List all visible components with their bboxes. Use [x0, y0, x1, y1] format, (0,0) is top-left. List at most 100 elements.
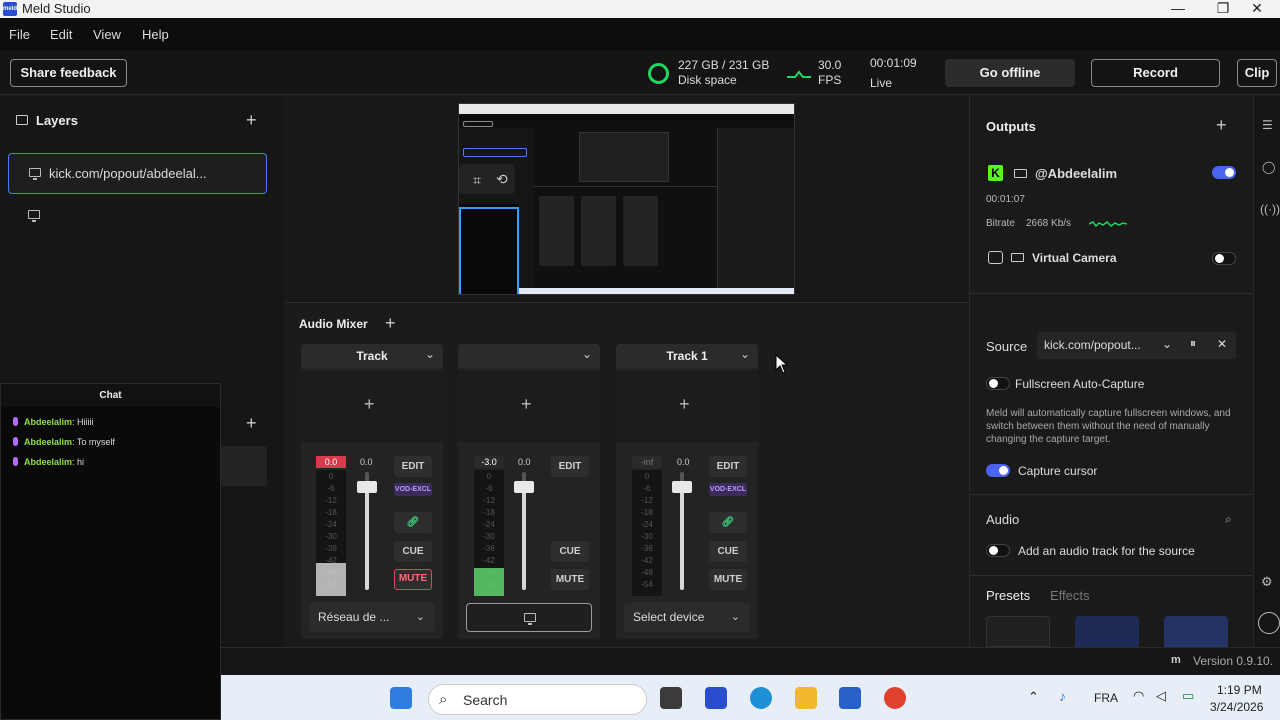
close-button[interactable]: ✕	[1234, 0, 1280, 18]
audio-track-label: Add an audio track for the source	[1018, 544, 1195, 558]
edit-button[interactable]: EDIT	[394, 456, 432, 477]
fader-handle[interactable]	[514, 481, 534, 493]
chevron-down-icon[interactable]: ⌄	[425, 347, 435, 361]
layer-item-kick-popout[interactable]: kick.com/popout/abdeelal...	[8, 153, 267, 194]
fullscreen-auto-capture-toggle[interactable]	[986, 377, 1010, 390]
status-bar: m Version 0.9.10.	[221, 647, 1280, 675]
chevron-down-icon[interactable]: ⌄	[740, 347, 750, 361]
virtual-camera-toggle[interactable]	[1212, 252, 1236, 265]
clock-time[interactable]: 1:19 PM	[1217, 683, 1262, 697]
camera-icon	[988, 251, 1003, 264]
fader-handle[interactable]	[672, 481, 692, 493]
pause-icon[interactable]: ⏸︎	[1190, 336, 1196, 351]
stream-preview-canvas[interactable]: ⌗ ⟲	[458, 103, 795, 295]
track-name: Track	[356, 349, 388, 363]
settings-gear-icon[interactable]: ⚙︎	[1261, 574, 1273, 590]
broadcast-icon[interactable]: ((·))	[1260, 202, 1280, 216]
edit-button[interactable]: EDIT	[709, 456, 747, 477]
menu-file[interactable]: File	[9, 27, 30, 42]
go-offline-button[interactable]: Go offline	[945, 59, 1075, 87]
chat-icon[interactable]: ◯	[1262, 160, 1275, 174]
menu-edit[interactable]: Edit	[50, 27, 72, 42]
edit-button[interactable]: EDIT	[551, 456, 589, 477]
chrome-browser-icon[interactable]	[884, 687, 906, 709]
preset-thumbnail[interactable]	[1164, 616, 1228, 647]
audio-settings-icon[interactable]: ⌕	[1225, 512, 1232, 527]
file-explorer-icon[interactable]	[795, 687, 817, 709]
add-track-source-button[interactable]: +	[301, 370, 443, 442]
capture-cursor-toggle[interactable]	[986, 464, 1010, 477]
record-button[interactable]: Record	[1091, 59, 1220, 87]
chevron-up-icon[interactable]: ⌃	[1028, 689, 1039, 705]
mute-button[interactable]: MUTE	[394, 569, 432, 590]
scene-item[interactable]	[221, 446, 267, 486]
level-meter: 0 -6 -12 -18 -24 -30 -36 -42 -48 -54	[474, 470, 504, 596]
share-feedback-button[interactable]: Share feedback	[10, 59, 127, 87]
bitrate-value: 2668 Kb/s	[1026, 218, 1072, 229]
menu-help[interactable]: Help	[142, 27, 169, 42]
mute-button[interactable]: MUTE	[709, 569, 747, 590]
track-header[interactable]: Track ⌄	[301, 344, 443, 368]
add-scene-button[interactable]: +	[246, 414, 257, 432]
add-output-button[interactable]: +	[1216, 116, 1227, 134]
windows-start-icon[interactable]	[390, 687, 412, 709]
battery-icon[interactable]: ▭	[1182, 688, 1194, 704]
add-track-source-button[interactable]: +	[616, 370, 758, 442]
task-view-icon[interactable]	[660, 687, 682, 709]
language-indicator[interactable]: FRA	[1094, 691, 1118, 705]
menu-view[interactable]: View	[93, 27, 121, 42]
fader-handle[interactable]	[357, 481, 377, 493]
close-icon[interactable]: ✕	[1217, 337, 1227, 351]
properties-icon[interactable]: ☰	[1262, 118, 1273, 132]
screen-icon	[1011, 253, 1024, 262]
vod-exclude-badge[interactable]: VOD-EXCL	[394, 483, 432, 496]
microphone-tray-icon[interactable]: ♪	[1059, 688, 1066, 704]
device-select[interactable]: Réseau de ... ⌄	[309, 603, 435, 632]
meld-logo-icon: meld	[3, 2, 17, 16]
source-select[interactable]: kick.com/popout... ⌄ ⏸︎ ✕	[1037, 332, 1236, 359]
fader-value: 0.0	[360, 457, 373, 467]
disk-space-label: Disk space	[678, 73, 737, 87]
fullscreen-description: Meld will automatically capture fullscre…	[986, 408, 1231, 445]
add-track-source-button[interactable]: +	[458, 370, 600, 442]
track-header[interactable]: Track 1 ⌄	[616, 344, 758, 368]
link-icon[interactable]: 🔗︎	[394, 512, 432, 533]
edge-browser-icon[interactable]	[750, 687, 772, 709]
layer-item-monitor-icon[interactable]	[28, 210, 40, 222]
cue-button[interactable]: CUE	[551, 541, 589, 562]
store-icon[interactable]	[839, 687, 861, 709]
link-icon[interactable]: 🔗︎	[709, 512, 747, 533]
audio-track-toggle[interactable]	[986, 544, 1010, 557]
tab-presets[interactable]: Presets	[986, 588, 1030, 603]
preset-thumbnail[interactable]	[986, 616, 1050, 647]
chevron-down-icon[interactable]: ⌄	[582, 347, 592, 361]
add-audio-track-button[interactable]: +	[385, 314, 396, 332]
cue-button[interactable]: CUE	[709, 541, 747, 562]
minimize-button[interactable]: —	[1155, 0, 1201, 18]
rotate-icon[interactable]: ⟲	[496, 171, 508, 188]
mute-button[interactable]: MUTE	[551, 569, 589, 590]
track-header[interactable]: ⌄	[458, 344, 600, 368]
clock-date[interactable]: 3/24/2026	[1210, 700, 1263, 714]
output-enabled-toggle[interactable]	[1212, 166, 1236, 179]
cue-button[interactable]: CUE	[394, 541, 432, 562]
device-select[interactable]	[466, 603, 592, 632]
clip-button[interactable]: Clip	[1237, 59, 1277, 87]
outputs-title: Outputs	[986, 119, 1036, 134]
preset-thumbnail[interactable]	[1075, 616, 1139, 647]
vod-exclude-badge[interactable]: VOD-EXCL	[709, 483, 747, 496]
profile-avatar[interactable]	[1258, 612, 1280, 634]
disk-space-value: 227 GB / 231 GB	[678, 58, 770, 72]
wifi-icon[interactable]: ◠	[1133, 688, 1144, 704]
chat-message: Abdeelalim: Hiiiii	[13, 417, 94, 427]
microphone-icon	[13, 437, 18, 446]
crop-icon[interactable]: ⌗	[473, 172, 481, 189]
add-layer-button[interactable]: +	[246, 111, 257, 129]
device-select[interactable]: Select device ⌄	[624, 603, 750, 632]
tab-effects[interactable]: Effects	[1050, 588, 1090, 603]
audio-track-card: Track 1 ⌄ + -inf 0.0 0 -6 -12 -18 -24 -3…	[616, 344, 758, 639]
taskbar-search[interactable]: ⌕ Search	[428, 684, 647, 715]
volume-icon[interactable]: ◁	[1156, 688, 1166, 704]
meld-app-icon[interactable]	[705, 687, 727, 709]
microphone-icon	[13, 417, 18, 426]
